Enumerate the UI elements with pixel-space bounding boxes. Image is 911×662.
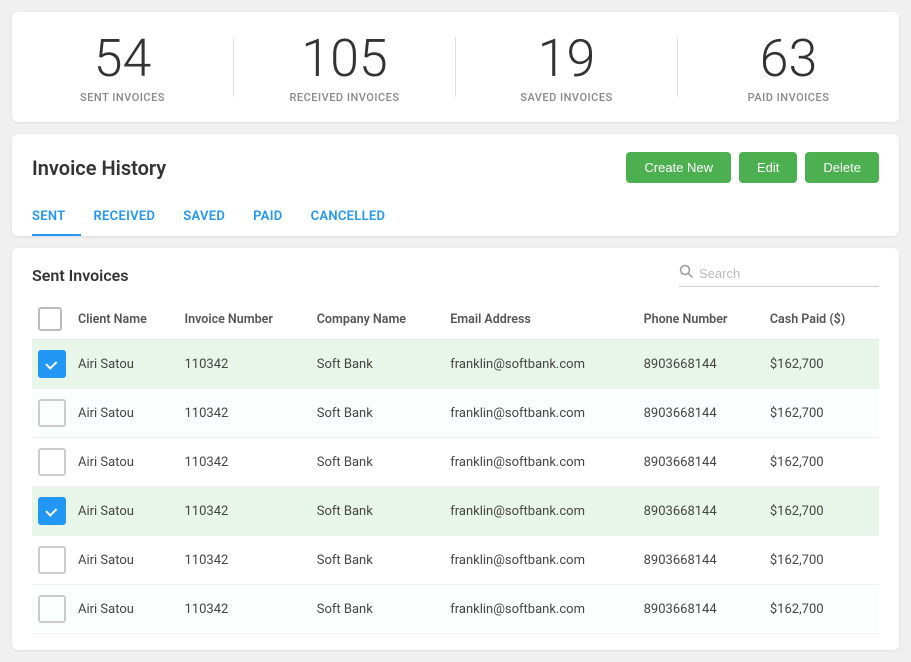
- table-row: Airi Satou110342Soft Bankfranklin@softba…: [32, 389, 879, 438]
- phone-number: 8903668144: [638, 438, 764, 487]
- stat-item-sent-invoices: 54 SENT INVOICES: [12, 30, 233, 104]
- table-card: Sent Invoices Client NameInvoice NumberC…: [12, 248, 899, 650]
- checkbox-unchecked[interactable]: [38, 546, 66, 574]
- checkbox-unchecked[interactable]: [38, 595, 66, 623]
- tabs: SENT RECEIVED SAVED PAID CANCELLED: [32, 199, 879, 236]
- checkbox-cell[interactable]: [32, 585, 72, 634]
- table-row: Airi Satou110342Soft Bankfranklin@softba…: [32, 585, 879, 634]
- tab-paid[interactable]: PAID: [253, 199, 298, 236]
- checkbox-cell[interactable]: [32, 487, 72, 536]
- invoice-history-header: Invoice History Create New Edit Delete: [32, 152, 879, 183]
- delete-button[interactable]: Delete: [805, 152, 879, 183]
- col-header-phoneNumber: Phone Number: [638, 299, 764, 340]
- invoice-history-title: Invoice History: [32, 156, 166, 180]
- stats-card: 54 SENT INVOICES 105 RECEIVED INVOICES 19 SAV…: [12, 12, 899, 122]
- cash-paid: $162,700: [764, 487, 879, 536]
- table-row: Airi Satou110342Soft Bankfranklin@softba…: [32, 536, 879, 585]
- email-address: franklin@softbank.com: [444, 438, 637, 487]
- email-address: franklin@softbank.com: [444, 487, 637, 536]
- edit-button[interactable]: Edit: [739, 152, 797, 183]
- sent-invoices-title: Sent Invoices: [32, 266, 129, 285]
- table-row: Airi Satou110342Soft Bankfranklin@softba…: [32, 487, 879, 536]
- client-name: Airi Satou: [72, 389, 179, 438]
- company-name: Soft Bank: [311, 389, 444, 438]
- table-header-row: Sent Invoices: [32, 264, 879, 287]
- stat-number: 105: [244, 30, 445, 87]
- invoice-number: 110342: [179, 389, 311, 438]
- email-address: franklin@softbank.com: [444, 585, 637, 634]
- company-name: Soft Bank: [311, 487, 444, 536]
- checkbox-cell[interactable]: [32, 389, 72, 438]
- email-address: franklin@softbank.com: [444, 340, 637, 389]
- stat-item-paid-invoices: 63 PAID INVOICES: [678, 30, 899, 104]
- stat-label: RECEIVED INVOICES: [244, 91, 445, 104]
- stat-item-saved-invoices: 19 SAVED INVOICES: [456, 30, 677, 104]
- invoices-table: Client NameInvoice NumberCompany NameEma…: [32, 299, 879, 634]
- cash-paid: $162,700: [764, 536, 879, 585]
- tab-sent[interactable]: SENT: [32, 199, 81, 236]
- col-header-emailAddress: Email Address: [444, 299, 637, 340]
- company-name: Soft Bank: [311, 585, 444, 634]
- stat-label: SENT INVOICES: [22, 91, 223, 104]
- select-all-checkbox[interactable]: [38, 307, 62, 331]
- company-name: Soft Bank: [311, 340, 444, 389]
- phone-number: 8903668144: [638, 585, 764, 634]
- stat-number: 54: [22, 30, 223, 87]
- phone-number: 8903668144: [638, 487, 764, 536]
- phone-number: 8903668144: [638, 536, 764, 585]
- phone-number: 8903668144: [638, 340, 764, 389]
- tab-saved[interactable]: SAVED: [183, 199, 241, 236]
- col-header-clientName: Client Name: [72, 299, 179, 340]
- checkbox-unchecked[interactable]: [38, 448, 66, 476]
- table-row: Airi Satou110342Soft Bankfranklin@softba…: [32, 340, 879, 389]
- checkbox-cell[interactable]: [32, 536, 72, 585]
- create-new-button[interactable]: Create New: [626, 152, 731, 183]
- invoice-number: 110342: [179, 487, 311, 536]
- client-name: Airi Satou: [72, 585, 179, 634]
- invoice-number: 110342: [179, 536, 311, 585]
- client-name: Airi Satou: [72, 438, 179, 487]
- company-name: Soft Bank: [311, 438, 444, 487]
- company-name: Soft Bank: [311, 536, 444, 585]
- cash-paid: $162,700: [764, 389, 879, 438]
- tab-cancelled[interactable]: CANCELLED: [311, 199, 402, 236]
- cash-paid: $162,700: [764, 438, 879, 487]
- col-header-cashPaid: Cash Paid ($): [764, 299, 879, 340]
- client-name: Airi Satou: [72, 536, 179, 585]
- stat-number: 19: [466, 30, 667, 87]
- invoice-number: 110342: [179, 438, 311, 487]
- search-input[interactable]: [699, 266, 879, 281]
- checkbox-checked[interactable]: [38, 350, 66, 378]
- col-header-companyName: Company Name: [311, 299, 444, 340]
- cash-paid: $162,700: [764, 585, 879, 634]
- button-group: Create New Edit Delete: [626, 152, 879, 183]
- table-row: Airi Satou110342Soft Bankfranklin@softba…: [32, 438, 879, 487]
- phone-number: 8903668144: [638, 389, 764, 438]
- search-icon: [679, 264, 693, 282]
- email-address: franklin@softbank.com: [444, 536, 637, 585]
- col-header-checkbox: [32, 299, 72, 340]
- tab-received[interactable]: RECEIVED: [93, 199, 171, 236]
- stat-label: PAID INVOICES: [688, 91, 889, 104]
- stat-label: SAVED INVOICES: [466, 91, 667, 104]
- checkbox-cell[interactable]: [32, 340, 72, 389]
- col-header-invoiceNumber: Invoice Number: [179, 299, 311, 340]
- invoice-number: 110342: [179, 585, 311, 634]
- cash-paid: $162,700: [764, 340, 879, 389]
- checkbox-unchecked[interactable]: [38, 399, 66, 427]
- invoice-history-card: Invoice History Create New Edit Delete S…: [12, 134, 899, 236]
- stat-number: 63: [688, 30, 889, 87]
- invoice-number: 110342: [179, 340, 311, 389]
- search-container: [679, 264, 879, 287]
- client-name: Airi Satou: [72, 340, 179, 389]
- email-address: franklin@softbank.com: [444, 389, 637, 438]
- client-name: Airi Satou: [72, 487, 179, 536]
- checkbox-cell[interactable]: [32, 438, 72, 487]
- checkbox-checked[interactable]: [38, 497, 66, 525]
- stat-item-received-invoices: 105 RECEIVED INVOICES: [234, 30, 455, 104]
